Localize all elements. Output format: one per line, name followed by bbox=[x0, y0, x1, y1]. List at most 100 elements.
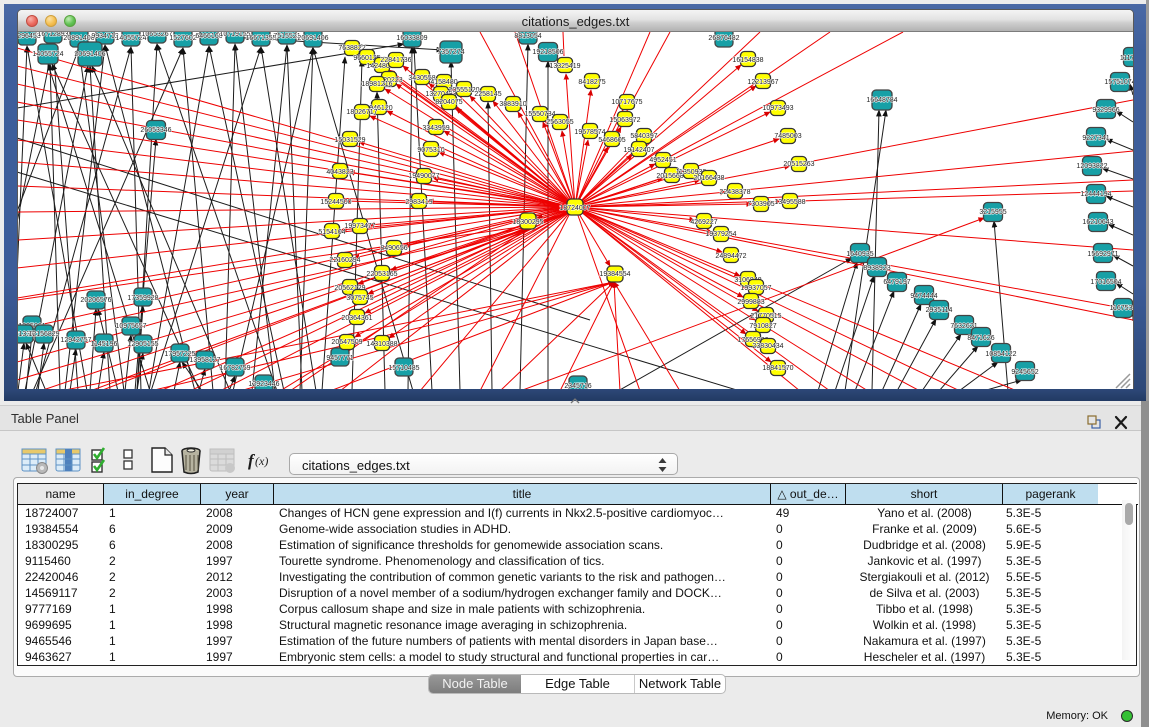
svg-text:2563055: 2563055 bbox=[546, 119, 573, 126]
svg-text:1117342: 1117342 bbox=[1120, 55, 1133, 62]
svg-text:16210643: 16210643 bbox=[1082, 219, 1113, 226]
svg-text:20364361: 20364361 bbox=[341, 315, 372, 322]
svg-text:8938923: 8938923 bbox=[863, 265, 890, 272]
svg-text:18724007: 18724007 bbox=[559, 205, 590, 212]
svg-text:22841736: 22841736 bbox=[380, 57, 411, 64]
svg-text:22053165: 22053165 bbox=[366, 271, 397, 278]
svg-text:8204075: 8204075 bbox=[435, 99, 462, 106]
svg-text:10973493: 10973493 bbox=[762, 105, 793, 112]
svg-text:19678574: 19678574 bbox=[574, 129, 605, 136]
svg-text:15710485: 15710485 bbox=[388, 365, 419, 372]
svg-text:17016504: 17016504 bbox=[1090, 279, 1121, 286]
svg-text:6479197: 6479197 bbox=[883, 279, 910, 286]
svg-text:16648784: 16648784 bbox=[866, 97, 897, 104]
svg-text:13495588: 13495588 bbox=[774, 199, 805, 206]
svg-text:1527602: 1527602 bbox=[169, 35, 196, 42]
svg-text:22160294: 22160294 bbox=[329, 257, 360, 264]
svg-text:20206576: 20206576 bbox=[80, 297, 111, 304]
svg-text:15063972: 15063972 bbox=[609, 117, 640, 124]
svg-text:19218506: 19218506 bbox=[532, 49, 563, 56]
svg-text:10975657: 10975657 bbox=[115, 323, 146, 330]
svg-text:3075745: 3075745 bbox=[346, 295, 373, 302]
svg-text:20515263: 20515263 bbox=[783, 161, 814, 168]
svg-text:5840397: 5840397 bbox=[630, 133, 657, 140]
svg-text:1145196: 1145196 bbox=[91, 341, 118, 348]
svg-text:19973477: 19973477 bbox=[344, 223, 375, 230]
svg-text:18300295: 18300295 bbox=[512, 219, 543, 226]
svg-text:9474444: 9474444 bbox=[910, 293, 937, 300]
svg-text:2345716: 2345716 bbox=[564, 383, 591, 389]
svg-text:18981216: 18981216 bbox=[361, 81, 392, 88]
svg-text:3343959: 3343959 bbox=[422, 125, 449, 132]
svg-text:12905155: 12905155 bbox=[127, 341, 158, 348]
svg-text:2935114: 2935114 bbox=[926, 307, 953, 314]
svg-text:10717675: 10717675 bbox=[611, 99, 642, 106]
svg-text:20891406: 20891406 bbox=[63, 35, 94, 42]
svg-text:2983419: 2983419 bbox=[405, 199, 432, 206]
svg-text:5154104: 5154104 bbox=[318, 229, 345, 236]
svg-text:3883910: 3883910 bbox=[499, 101, 526, 108]
svg-text:19490077: 19490077 bbox=[408, 173, 439, 180]
svg-text:15031529: 15031529 bbox=[334, 137, 365, 144]
svg-text:20647509: 20647509 bbox=[331, 339, 362, 346]
svg-text:14055724: 14055724 bbox=[32, 51, 63, 58]
svg-text:13325419: 13325419 bbox=[549, 63, 580, 70]
svg-text:7357274: 7357274 bbox=[437, 49, 464, 56]
svg-text:26876482: 26876482 bbox=[708, 35, 739, 42]
svg-text:13958127: 13958127 bbox=[189, 357, 220, 364]
svg-text:(x): (x) bbox=[255, 454, 268, 468]
svg-text:8471626: 8471626 bbox=[967, 335, 994, 342]
svg-text:5468605: 5468605 bbox=[598, 137, 625, 144]
svg-text:24894472: 24894472 bbox=[715, 253, 746, 260]
svg-text:15692971: 15692971 bbox=[1087, 251, 1118, 258]
svg-text:8813054: 8813054 bbox=[514, 33, 541, 40]
svg-text:19384554: 19384554 bbox=[599, 271, 630, 278]
svg-text:16154838: 16154838 bbox=[732, 57, 763, 64]
svg-text:19379254: 19379254 bbox=[705, 231, 736, 238]
svg-text:1640935: 1640935 bbox=[846, 251, 873, 258]
svg-text:26053346: 26053346 bbox=[140, 127, 171, 134]
svg-text:16782759: 16782759 bbox=[219, 365, 250, 372]
svg-text:9329966: 9329966 bbox=[1092, 107, 1119, 114]
svg-text:12923446: 12923446 bbox=[248, 381, 279, 388]
svg-text:7485003: 7485003 bbox=[774, 133, 801, 140]
svg-text:8490656: 8490656 bbox=[380, 245, 407, 252]
svg-text:1167534: 1167534 bbox=[1110, 305, 1133, 312]
svg-text:8418275: 8418275 bbox=[578, 79, 605, 86]
svg-text:9245652: 9245652 bbox=[1011, 369, 1038, 376]
svg-text:9075310: 9075310 bbox=[417, 147, 444, 154]
svg-text:20166438: 20166438 bbox=[693, 175, 724, 182]
svg-text:3215955: 3215955 bbox=[979, 209, 1006, 216]
svg-text:23830434: 23830434 bbox=[752, 343, 783, 350]
svg-text:19142407: 19142407 bbox=[623, 147, 654, 154]
svg-text:20691406: 20691406 bbox=[74, 51, 105, 58]
svg-text:12942757: 12942757 bbox=[60, 337, 91, 344]
svg-text:9457771: 9457771 bbox=[326, 355, 353, 362]
svg-text:4269227: 4269227 bbox=[690, 219, 717, 226]
svg-text:10653267: 10653267 bbox=[141, 32, 172, 38]
svg-text:12444194: 12444194 bbox=[1080, 191, 1111, 198]
svg-text:22438378: 22438378 bbox=[719, 189, 750, 196]
svg-text:4952451: 4952451 bbox=[649, 157, 676, 164]
svg-text:15550734: 15550734 bbox=[524, 111, 555, 118]
svg-text:12093822: 12093822 bbox=[1076, 163, 1107, 170]
svg-text:18841570: 18841570 bbox=[762, 365, 793, 372]
svg-text:14310388: 14310388 bbox=[366, 341, 397, 348]
svg-text:12156829: 12156829 bbox=[28, 331, 59, 338]
svg-text:7303905: 7303905 bbox=[747, 201, 774, 208]
svg-text:4043823: 4043823 bbox=[326, 169, 353, 176]
svg-text:2258145: 2258145 bbox=[474, 91, 501, 98]
svg-text:2999883: 2999883 bbox=[737, 299, 764, 306]
svg-text:17359928: 17359928 bbox=[127, 295, 158, 302]
svg-text:20691406: 20691406 bbox=[297, 35, 328, 42]
svg-text:12213967: 12213967 bbox=[747, 79, 778, 86]
svg-text:7910827: 7910827 bbox=[749, 323, 776, 330]
svg-text:15751074: 15751074 bbox=[1104, 79, 1133, 86]
svg-text:16671355: 16671355 bbox=[245, 35, 276, 42]
svg-text:18026717: 18026717 bbox=[346, 109, 377, 116]
svg-text:15244500: 15244500 bbox=[320, 199, 351, 206]
svg-text:16033809: 16033809 bbox=[396, 35, 427, 42]
svg-text:10854122: 10854122 bbox=[985, 351, 1016, 358]
svg-text:9227341: 9227341 bbox=[1082, 135, 1109, 142]
svg-text:19937057: 19937057 bbox=[740, 285, 771, 292]
